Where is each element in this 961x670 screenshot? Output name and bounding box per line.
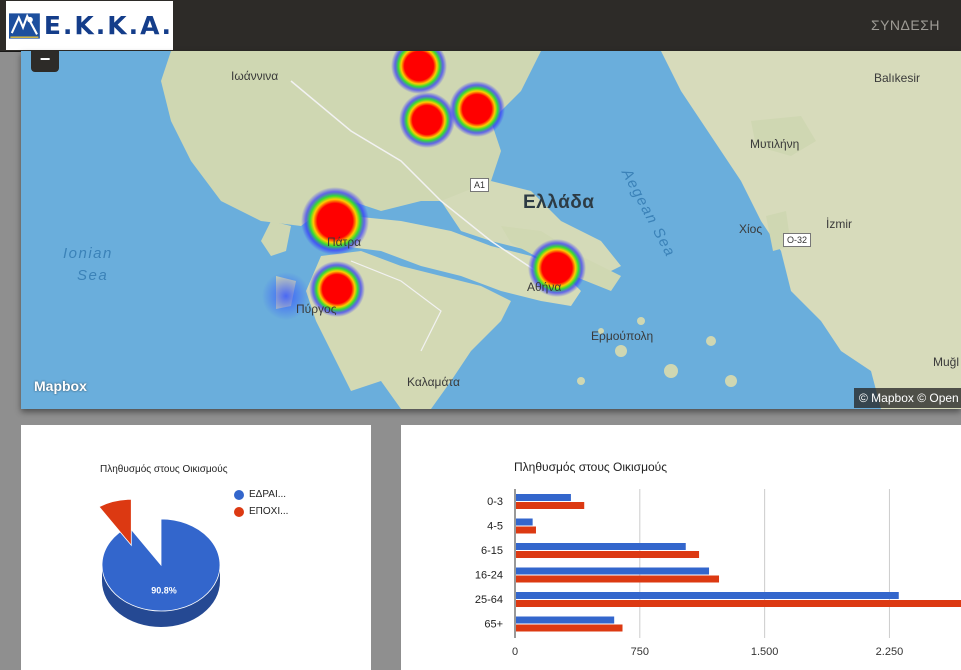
map-view[interactable]: − Ιωάννινα Balıkesir Μυτιλήνη Χίος İzmir… (21, 51, 961, 409)
bar-16-24-series-1[interactable] (516, 575, 720, 583)
zoom-out-button[interactable]: − (31, 51, 59, 72)
country-label-greece: Ελλάδα (523, 192, 595, 213)
sea-label-ionian-2: Sea (77, 267, 109, 284)
bar-4-5-series-1[interactable] (516, 526, 536, 534)
top-navbar: Ε.Κ.Κ.Α. ΣΥΝΔΕΣΗ (0, 0, 961, 52)
logo-text: Ε.Κ.Κ.Α. (43, 11, 173, 40)
place-label-chios: Χίος (739, 222, 763, 236)
place-label-patra: Πάτρα (327, 235, 362, 249)
place-label-izmir: İzmir (826, 217, 852, 231)
y-category-label: 4-5 (487, 521, 503, 533)
heat-spot (449, 81, 505, 137)
bar-0-3-series-0[interactable] (516, 494, 571, 501)
y-category-label: 65+ (484, 619, 503, 631)
bar-6-15-series-1[interactable] (516, 551, 700, 558)
bar-chart: 0 750 1.500 2.250 0-3 4-5 6-15 16-24 25-64 65+ (475, 489, 961, 658)
place-label-ermoupoli: Ερμούπολη (591, 329, 654, 343)
legend-dot (234, 506, 244, 517)
road-shield-o32: O-32 (783, 233, 812, 247)
x-tick-label: 2.250 (876, 646, 904, 658)
bar-0-3-series-1[interactable] (516, 502, 585, 509)
x-tick-label: 0 (512, 646, 518, 658)
ekka-logo[interactable]: Ε.Κ.Κ.Α. (6, 1, 173, 50)
bar-16-24-series-0[interactable] (516, 567, 710, 575)
sea-label-ionian-1: Ionian (63, 245, 113, 262)
pie-slice-label-0: 90.8% (151, 585, 177, 595)
x-tick-label: 1.500 (751, 646, 779, 658)
map-attribution[interactable]: © Mapbox © Open (854, 388, 961, 408)
bar-25-64-series-0[interactable] (516, 592, 899, 599)
place-label-ioannina: Ιωάννινα (231, 69, 279, 83)
y-category-label: 0-3 (487, 496, 503, 508)
y-category-label: 25-64 (475, 594, 503, 606)
pie-slice-0[interactable] (101, 518, 221, 612)
bar-65+-series-0[interactable] (516, 616, 615, 624)
place-label-athina: Αθήνα (527, 280, 562, 294)
pie-chart-panel: Πληθυσμός στους Οικισμούς 90.8% ΕΔΡΑΙ...… (21, 425, 371, 670)
bar-4-5-series-0[interactable] (516, 518, 533, 526)
bar-25-64-series-1[interactable] (516, 600, 961, 607)
map-basemap (161, 51, 961, 409)
y-category-label: 16-24 (475, 570, 503, 582)
bar-chart-panel: Πληθυσμός στους Οικισμούς 0 750 1.500 2.250… (401, 425, 961, 670)
bar-65+-series-1[interactable] (516, 624, 623, 632)
heat-spot (399, 92, 455, 148)
ekka-emblem-icon (9, 12, 40, 39)
pie-legend-label-0: ΕΔΡΑΙ... (249, 489, 287, 500)
pie-chart: 90.8% (98, 498, 221, 627)
legend-dot (234, 489, 244, 500)
place-label-kalamata: Καλαμάτα (407, 375, 460, 389)
x-tick-label: 750 (631, 646, 649, 658)
pie-legend-label-1: ΕΠΟΧΙ... (249, 506, 289, 517)
road-shield-a1: A1 (470, 178, 490, 192)
bar-6-15-series-0[interactable] (516, 543, 686, 550)
pie-legend-item-1[interactable]: ΕΠΟΧΙ... (234, 506, 288, 517)
y-category-label: 6-15 (481, 545, 503, 557)
place-label-mugla: Muğl (933, 355, 960, 369)
place-label-mytilini: Μυτιλήνη (750, 137, 800, 151)
place-label-pyrgos: Πύργος (296, 302, 337, 316)
mapbox-logo[interactable]: Mapbox (34, 378, 87, 394)
place-label-balikesir: Balıkesir (874, 71, 921, 85)
pie-legend-item-0[interactable]: ΕΔΡΑΙ... (234, 489, 286, 500)
login-link[interactable]: ΣΥΝΔΕΣΗ (871, 17, 940, 33)
